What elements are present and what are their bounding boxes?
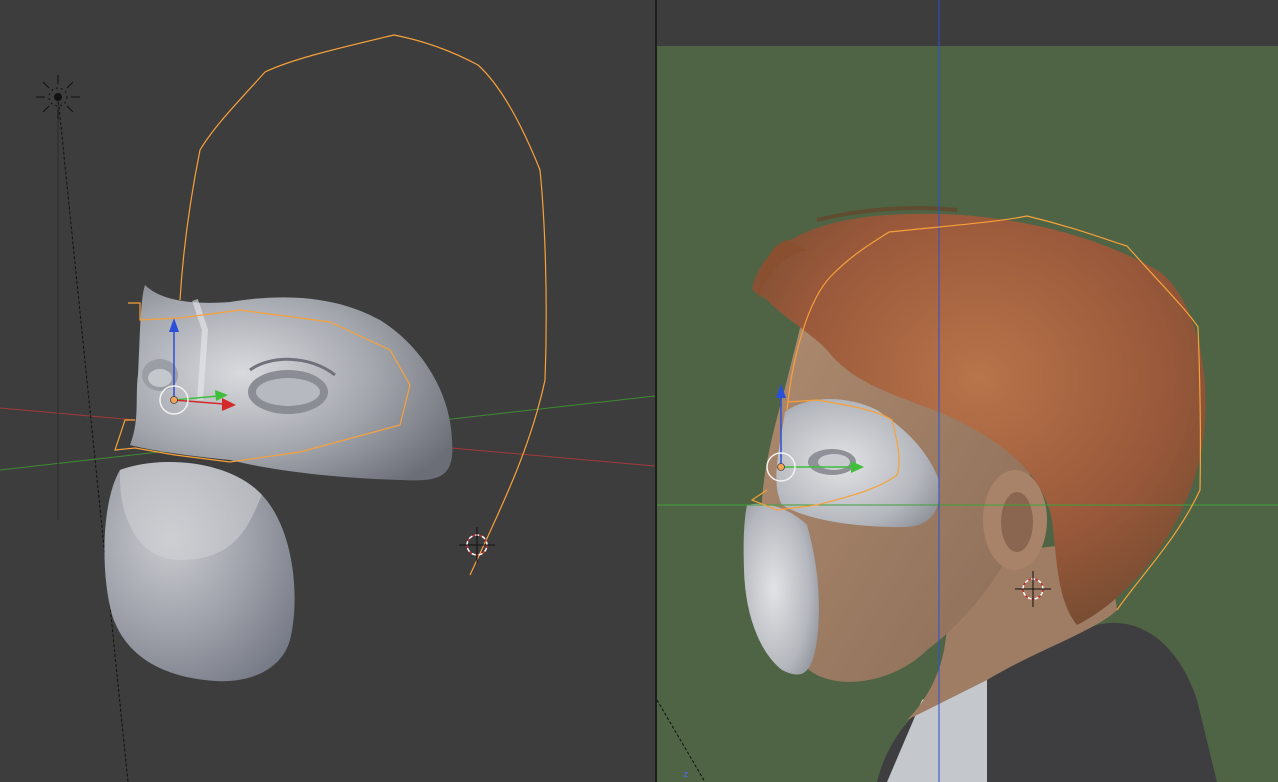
3d-viewport-right[interactable]: z (657, 0, 1278, 782)
lamp-icon[interactable] (36, 75, 129, 782)
viewport-header-area (657, 0, 1278, 46)
z-axis-label: z (683, 770, 689, 780)
blender-workspace: z (0, 0, 1278, 782)
3d-viewport-left[interactable] (0, 0, 655, 782)
viewport-right-canvas[interactable] (657, 0, 1278, 782)
mask-upper-mesh[interactable] (130, 285, 453, 481)
viewport-left-canvas[interactable] (0, 0, 655, 782)
